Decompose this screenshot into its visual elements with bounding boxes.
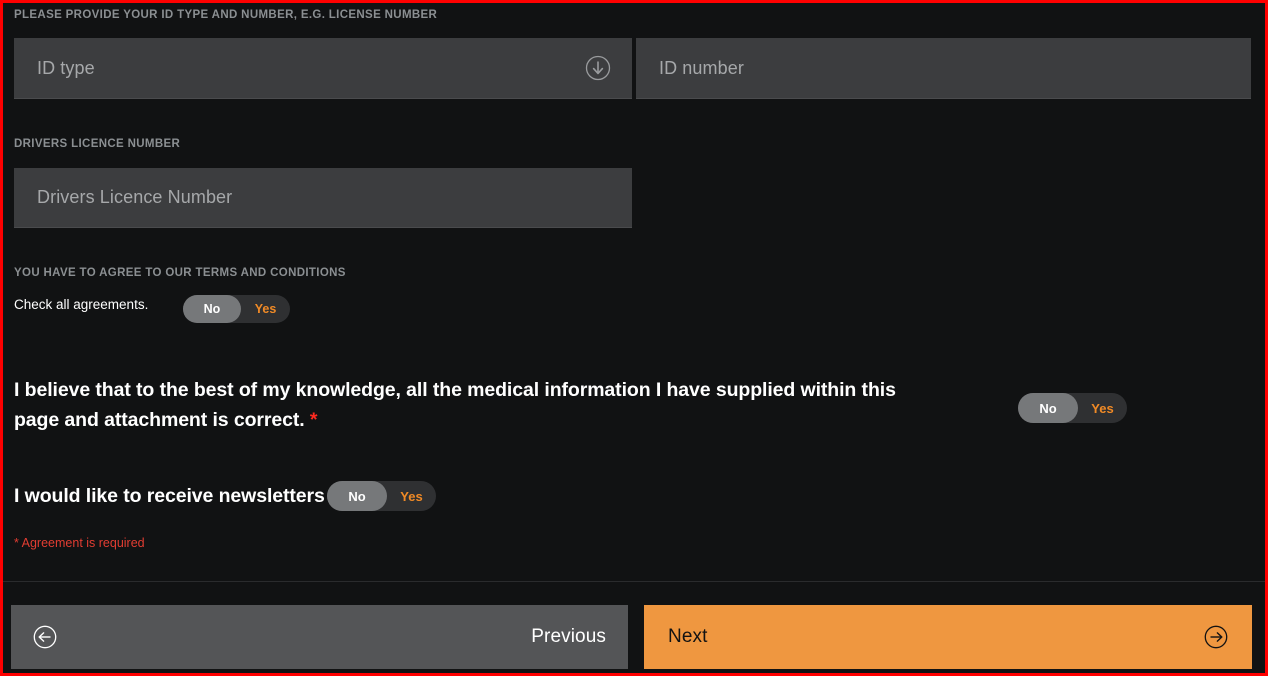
toggle-knob-no[interactable]: No — [183, 295, 241, 323]
agreement-newsletters-toggle[interactable]: No Yes — [327, 481, 436, 511]
toggle-yes-label: Yes — [254, 302, 277, 316]
toggle-yes-label: Yes — [1091, 400, 1114, 416]
toggle-no-label: No — [348, 488, 366, 504]
agreement-medical-info-label: I believe that to the best of my knowled… — [14, 379, 896, 431]
check-all-agreements-toggle[interactable]: No Yes — [183, 295, 290, 323]
agreement-newsletters-label: I would like to receive newsletters — [14, 485, 325, 507]
form-page: PLEASE PROVIDE YOUR ID TYPE AND NUMBER, … — [0, 0, 1268, 676]
required-asterisk: * — [309, 409, 318, 431]
toggle-no-label: No — [203, 302, 221, 316]
licence-section-label: DRIVERS LICENCE NUMBER — [14, 138, 181, 150]
drivers-licence-number-placeholder: Drivers Licence Number — [37, 187, 233, 207]
agreement-newsletters-text: I would like to receive newsletters — [14, 481, 325, 511]
toggle-yes-label: Yes — [400, 488, 423, 504]
footer-divider — [3, 581, 1265, 582]
circle-arrow-left-icon — [33, 625, 57, 649]
agreement-medical-info-text: I believe that to the best of my knowled… — [14, 375, 944, 435]
drivers-licence-number-input[interactable]: Drivers Licence Number — [14, 168, 632, 228]
id-type-placeholder: ID type — [37, 57, 95, 78]
check-all-agreements-label: Check all agreements. — [14, 297, 149, 312]
id-section-label: PLEASE PROVIDE YOUR ID TYPE AND NUMBER, … — [14, 9, 438, 21]
toggle-option-yes[interactable]: Yes — [241, 295, 290, 323]
toggle-option-yes[interactable]: Yes — [1078, 393, 1127, 423]
toggle-knob-no[interactable]: No — [327, 481, 387, 511]
next-button-label: Next — [668, 626, 708, 647]
circle-arrow-down-icon[interactable] — [585, 55, 611, 81]
id-number-input[interactable]: ID number — [636, 38, 1251, 99]
agreement-medical-info-toggle[interactable]: No Yes — [1018, 393, 1127, 423]
toggle-no-label: No — [1039, 400, 1057, 416]
toggle-option-yes[interactable]: Yes — [387, 481, 436, 511]
agreement-required-error: * Agreement is required — [14, 536, 145, 550]
circle-arrow-right-icon — [1204, 625, 1228, 649]
terms-section-label: YOU HAVE TO AGREE TO OUR TERMS AND CONDI… — [14, 267, 346, 279]
previous-button[interactable]: Previous — [11, 605, 628, 669]
toggle-knob-no[interactable]: No — [1018, 393, 1078, 423]
next-button[interactable]: Next — [644, 605, 1252, 669]
form-content: PLEASE PROVIDE YOUR ID TYPE AND NUMBER, … — [3, 3, 1265, 673]
id-type-select[interactable]: ID type — [14, 38, 632, 99]
id-number-placeholder: ID number — [659, 57, 744, 78]
previous-button-label: Previous — [531, 626, 606, 647]
